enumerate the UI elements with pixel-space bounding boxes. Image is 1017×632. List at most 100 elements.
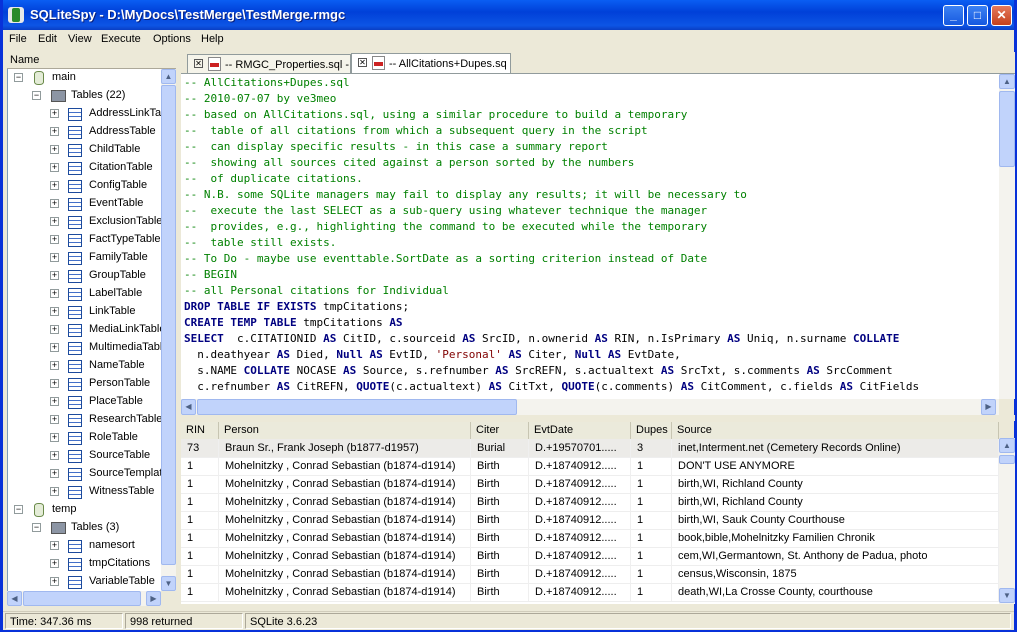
expand-icon[interactable]: + xyxy=(50,379,59,388)
scroll-up-icon[interactable]: ▲ xyxy=(999,74,1015,89)
grid-scroll-thumb[interactable] xyxy=(999,455,1015,464)
tree-table-item[interactable]: + PersonTable xyxy=(8,375,162,393)
tree-scroll-thumb[interactable] xyxy=(161,85,176,565)
grid-cell[interactable]: 1 xyxy=(181,475,219,493)
grid-cell[interactable]: birth,WI, Richland County xyxy=(672,475,999,493)
scroll-right-icon[interactable]: ▶ xyxy=(146,591,161,606)
expand-icon[interactable]: + xyxy=(50,325,59,334)
grid-cell[interactable]: 1 xyxy=(181,547,219,565)
scroll-up-icon[interactable]: ▲ xyxy=(161,69,176,84)
table-row[interactable]: 1 Mohelnitzky , Conrad Sebastian (b1874-d… xyxy=(181,583,999,602)
menu-help[interactable]: Help xyxy=(201,33,224,45)
menu-file[interactable]: File xyxy=(9,33,27,45)
grid-cell[interactable]: Birth xyxy=(471,511,529,529)
grid-cell[interactable]: inet,Interment.net (Cemetery Records Onl… xyxy=(672,439,999,457)
grid-cell[interactable]: Mohelnitzky , Conrad Sebastian (b1874-d1… xyxy=(219,511,471,529)
scroll-up-icon[interactable]: ▲ xyxy=(999,438,1015,453)
expand-icon[interactable]: + xyxy=(50,559,59,568)
tab-close-icon[interactable]: ✕ xyxy=(194,59,203,68)
editor-scroll-thumb[interactable] xyxy=(999,91,1015,167)
tree-table-item[interactable]: + CitationTable xyxy=(8,159,162,177)
grid-cell[interactable]: 73 xyxy=(181,439,219,457)
tree-table-item[interactable]: + NameTable xyxy=(8,357,162,375)
column-header-evtdate[interactable]: EvtDate xyxy=(529,422,631,439)
grid-cell[interactable]: Mohelnitzky , Conrad Sebastian (b1874-d1… xyxy=(219,529,471,547)
grid-cell[interactable]: Mohelnitzky , Conrad Sebastian (b1874-d1… xyxy=(219,583,471,601)
table-row[interactable]: 1 Mohelnitzky , Conrad Sebastian (b1874-d… xyxy=(181,475,999,494)
table-row[interactable]: 1 Mohelnitzky , Conrad Sebastian (b1874-d… xyxy=(181,511,999,530)
tree-table-item[interactable]: + GroupTable xyxy=(8,267,162,285)
grid-cell[interactable]: 1 xyxy=(631,547,672,565)
title-bar[interactable]: SQLiteSpy - D:\MyDocs\TestMerge\TestMerg… xyxy=(3,0,1014,30)
grid-cell[interactable]: D.+18740912..... xyxy=(529,565,631,583)
expand-icon[interactable]: + xyxy=(50,451,59,460)
tree-table-item[interactable]: + SourceTemplat xyxy=(8,465,162,483)
tree-table-item[interactable]: + EventTable xyxy=(8,195,162,213)
expand-icon[interactable]: + xyxy=(50,217,59,226)
tree-table-item[interactable]: + RoleTable xyxy=(8,429,162,447)
scroll-left-icon[interactable]: ◀ xyxy=(181,399,196,415)
tree-tables-folder[interactable]: − Tables (3) xyxy=(8,519,162,537)
scroll-right-icon[interactable]: ▶ xyxy=(981,399,996,415)
collapse-icon[interactable]: − xyxy=(32,523,41,532)
column-header-source[interactable]: Source xyxy=(672,422,999,439)
table-row[interactable]: 73 Braun Sr., Frank Joseph (b1877-d1957) B… xyxy=(181,439,999,458)
table-row[interactable]: 1 Mohelnitzky , Conrad Sebastian (b1874-d… xyxy=(181,529,999,548)
tree-table-item[interactable]: + WitnessTable xyxy=(8,483,162,501)
grid-cell[interactable]: Birth xyxy=(471,583,529,601)
grid-cell[interactable]: Mohelnitzky , Conrad Sebastian (b1874-d1… xyxy=(219,565,471,583)
column-header-person[interactable]: Person xyxy=(219,422,471,439)
grid-cell[interactable]: birth,WI, Sauk County Courthouse xyxy=(672,511,999,529)
tree-table-item[interactable]: + PlaceTable xyxy=(8,393,162,411)
grid-cell[interactable]: Birth xyxy=(471,457,529,475)
table-row[interactable]: 1 Mohelnitzky , Conrad Sebastian (b1874-d… xyxy=(181,493,999,512)
expand-icon[interactable]: + xyxy=(50,469,59,478)
grid-cell[interactable]: 1 xyxy=(631,457,672,475)
menu-edit[interactable]: Edit xyxy=(38,33,57,45)
tree-table-item[interactable]: + ConfigTable xyxy=(8,177,162,195)
tree-table-item[interactable]: + AddressLinkTa xyxy=(8,105,162,123)
grid-cell[interactable]: D.+18740912..... xyxy=(529,457,631,475)
grid-cell[interactable]: Birth xyxy=(471,529,529,547)
grid-cell[interactable]: D.+18740912..... xyxy=(529,493,631,511)
tree-table-item[interactable]: + SourceTable xyxy=(8,447,162,465)
expand-icon[interactable]: + xyxy=(50,271,59,280)
scroll-left-icon[interactable]: ◀ xyxy=(7,591,22,606)
tree-table-item[interactable]: + ResearchTable xyxy=(8,411,162,429)
expand-icon[interactable]: + xyxy=(50,181,59,190)
tree-table-item[interactable]: + ChildTable xyxy=(8,141,162,159)
grid-cell[interactable]: Mohelnitzky , Conrad Sebastian (b1874-d1… xyxy=(219,547,471,565)
expand-icon[interactable]: + xyxy=(50,541,59,550)
tree-table-item[interactable]: + MediaLinkTable xyxy=(8,321,162,339)
table-row[interactable]: 1 Mohelnitzky , Conrad Sebastian (b1874-d… xyxy=(181,457,999,476)
grid-cell[interactable]: 1 xyxy=(631,511,672,529)
expand-icon[interactable]: + xyxy=(50,433,59,442)
minimize-button[interactable]: _ xyxy=(943,5,964,26)
editor-vertical-scrollbar[interactable]: ▲ xyxy=(999,74,1015,399)
expand-icon[interactable]: + xyxy=(50,343,59,352)
grid-cell[interactable]: Braun Sr., Frank Joseph (b1877-d1957) xyxy=(219,439,471,457)
expand-icon[interactable]: + xyxy=(50,289,59,298)
tree-table-item[interactable]: + namesort xyxy=(8,537,162,555)
column-header-rin[interactable]: RIN xyxy=(181,422,219,439)
tree-table-item[interactable]: + FactTypeTable xyxy=(8,231,162,249)
grid-cell[interactable]: 3 xyxy=(631,439,672,457)
expand-icon[interactable]: + xyxy=(50,127,59,136)
grid-cell[interactable]: Birth xyxy=(471,493,529,511)
grid-cell[interactable]: Mohelnitzky , Conrad Sebastian (b1874-d1… xyxy=(219,475,471,493)
expand-icon[interactable]: + xyxy=(50,163,59,172)
expand-icon[interactable]: + xyxy=(50,577,59,586)
tree-db-temp[interactable]: − temp xyxy=(8,501,162,519)
grid-vertical-scrollbar[interactable]: ▲ ▼ xyxy=(999,438,1015,604)
grid-cell[interactable]: 1 xyxy=(631,493,672,511)
grid-cell[interactable]: Birth xyxy=(471,565,529,583)
menu-execute[interactable]: Execute xyxy=(101,33,141,45)
expand-icon[interactable]: + xyxy=(50,109,59,118)
tree-table-item[interactable]: + FamilyTable xyxy=(8,249,162,267)
collapse-icon[interactable]: − xyxy=(32,91,41,100)
grid-cell[interactable]: death,WI,La Crosse County, courthouse xyxy=(672,583,999,601)
grid-cell[interactable]: Birth xyxy=(471,547,529,565)
grid-cell[interactable]: birth,WI, Richland County xyxy=(672,493,999,511)
tab-rmgc-properties[interactable]: ✕ -- RMGC_Properties.sql - xyxy=(187,54,351,73)
grid-cell[interactable]: census,Wisconsin, 1875 xyxy=(672,565,999,583)
